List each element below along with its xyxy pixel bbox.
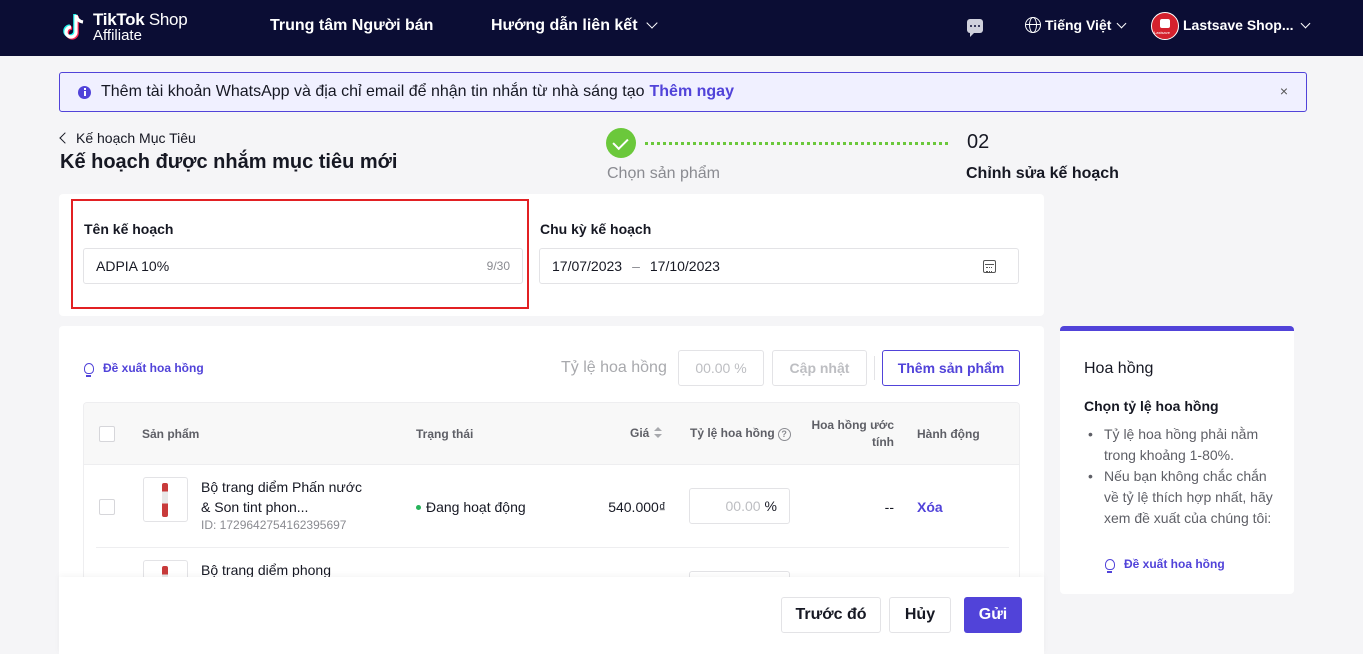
globe-icon: [1025, 17, 1041, 33]
col-estimate-line2: tính: [872, 435, 894, 449]
row-rate-placeholder: 00.00: [725, 498, 761, 514]
add-product-button[interactable]: Thêm sản phẩm: [882, 350, 1020, 386]
product-price: 540.000₫: [608, 499, 666, 515]
message-icon[interactable]: [967, 19, 983, 37]
action-footer: Trước đó Hủy Gửi: [59, 577, 1044, 654]
add-now-link[interactable]: Thêm ngay: [650, 83, 734, 101]
banner-text: Thêm tài khoản WhatsApp và địa chỉ email…: [101, 83, 645, 100]
tiktok-shop-affiliate-logo[interactable]: TikTok Shop Affiliate: [62, 10, 192, 44]
nav-seller-center[interactable]: Trung tâm Người bán: [270, 17, 433, 35]
date-separator: –: [632, 258, 640, 274]
back-link[interactable]: Kế hoạch Mục Tiêu: [59, 130, 196, 146]
status-label: Đang hoạt động: [426, 499, 526, 515]
info-icon: [78, 85, 91, 99]
language-label: Tiếng Việt: [1045, 17, 1112, 33]
product-id: ID: 1729642754162395697: [201, 518, 347, 532]
estimated-commission: --: [884, 499, 894, 515]
help-item-range: Tỷ lệ hoa hồng phải nằm trong khoảng 1-8…: [1088, 424, 1274, 466]
plan-period-date-range[interactable]: 17/07/2023 – 17/10/2023: [539, 248, 1019, 284]
shop-avatar[interactable]: [1151, 12, 1179, 40]
chevron-down-icon: [1301, 18, 1311, 28]
sidebar-suggest-label: Đề xuất hoa hồng: [1124, 557, 1225, 571]
back-link-label: Kế hoạch Mục Tiêu: [76, 130, 196, 146]
status-dot-icon: [416, 504, 421, 510]
select-all-checkbox[interactable]: [99, 426, 115, 442]
row-checkbox[interactable]: [99, 499, 115, 515]
step-2-number: 02: [967, 131, 990, 153]
help-item-suggest: Nếu bạn không chắc chắn về tỷ lệ thích h…: [1088, 466, 1274, 529]
toolbar-divider: [874, 356, 875, 380]
step-complete-check-icon: [606, 128, 636, 158]
delete-link[interactable]: Xóa: [917, 499, 943, 515]
chevron-down-icon: [645, 17, 658, 29]
help-icon[interactable]: ?: [777, 428, 791, 441]
shop-name-label: Lastsave Shop...: [1183, 17, 1294, 33]
col-price[interactable]: Giá: [630, 426, 663, 440]
top-nav: TikTok Shop Affiliate Trung tâm Người bá…: [0, 0, 1363, 56]
row-rate-unit: %: [764, 498, 777, 514]
step-2-label: Chỉnh sửa kế hoạch: [966, 165, 1119, 182]
cancel-button[interactable]: Hủy: [889, 597, 951, 633]
highlight-box: [71, 199, 529, 309]
nav-link-guide[interactable]: Hướng dẫn liên kết: [491, 17, 658, 35]
col-status: Trạng thái: [416, 427, 474, 441]
lightbulb-icon: [84, 362, 94, 377]
sort-icon: [654, 426, 663, 439]
table-row: Bộ trang diểm Phấn nước & Son tint phon.…: [84, 465, 1019, 548]
suggest-commission-link[interactable]: Đề xuất hoa hồng: [84, 361, 204, 377]
col-rate: Tỷ lệ hoa hồng?: [690, 426, 791, 441]
step-1-label: Chọn sản phẩm: [607, 165, 720, 182]
help-list: Tỷ lệ hoa hồng phải nằm trong khoảng 1-8…: [1088, 424, 1274, 529]
update-button[interactable]: Cập nhật: [772, 350, 867, 386]
plan-period-label: Chu kỳ kế hoạch: [540, 221, 652, 237]
language-selector[interactable]: Tiếng Việt: [1025, 17, 1127, 33]
chevron-down-icon: [1116, 18, 1127, 28]
logo-subtext: Affiliate: [93, 27, 142, 44]
previous-button[interactable]: Trước đó: [781, 597, 881, 633]
col-rate-label: Tỷ lệ hoa hồng: [690, 426, 775, 440]
help-card-subtitle: Chọn tỷ lệ hoa hồng: [1084, 398, 1219, 414]
close-icon[interactable]: ×: [1280, 83, 1288, 99]
chevron-left-icon: [59, 132, 71, 144]
bulk-rate-label: Tỷ lệ hoa hồng: [561, 359, 667, 376]
shop-menu[interactable]: Lastsave Shop...: [1183, 17, 1311, 33]
bulk-rate-input[interactable]: 00.00 %: [678, 350, 764, 386]
col-product: Sản phẩm: [142, 427, 200, 441]
product-name[interactable]: Bộ trang diểm Phấn nước & Son tint phon.…: [201, 477, 371, 517]
col-action: Hành động: [917, 427, 980, 441]
date-end: 17/10/2023: [649, 258, 720, 274]
row-rate-input[interactable]: 00.00 %: [689, 488, 790, 524]
calendar-icon: [983, 260, 996, 273]
date-start: 17/07/2023: [552, 258, 623, 274]
submit-button[interactable]: Gửi: [964, 597, 1022, 633]
stepper-progress-line: [645, 142, 948, 145]
help-card-title: Hoa hồng: [1084, 360, 1154, 377]
page-title: Kế hoạch được nhắm mục tiêu mới: [60, 151, 398, 173]
tiktok-logo-icon: [63, 14, 84, 40]
nav-link-guide-label: Hướng dẫn liên kết: [491, 17, 638, 34]
product-thumbnail: [143, 477, 188, 522]
lightbulb-icon: [1105, 558, 1115, 573]
status-badge: Đang hoạt động: [416, 499, 526, 515]
table-header: Sản phẩm Trạng thái Giá Tỷ lệ hoa hồng? …: [84, 403, 1019, 465]
col-price-label: Giá: [630, 426, 650, 440]
col-estimate-line1: Hoa hồng ước: [811, 418, 894, 432]
commission-help-card: Hoa hồng Chọn tỷ lệ hoa hồng Tỷ lệ hoa h…: [1060, 326, 1294, 594]
col-estimate: Hoa hồng ước tính: [811, 417, 894, 451]
info-banner: Thêm tài khoản WhatsApp và địa chỉ email…: [59, 72, 1307, 112]
suggest-commission-label: Đề xuất hoa hồng: [103, 361, 204, 375]
sidebar-suggest-commission-link[interactable]: Đề xuất hoa hồng: [1105, 557, 1225, 573]
